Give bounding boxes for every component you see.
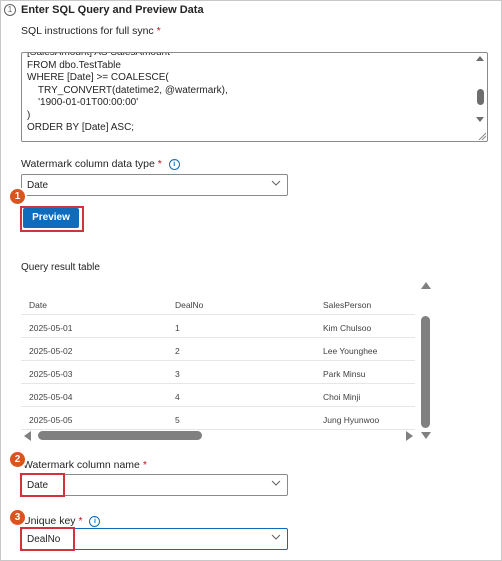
table-header-row: Date DealNo SalesPerson — [21, 292, 415, 315]
table-cell: 5 — [175, 415, 180, 425]
resize-handle-icon[interactable] — [478, 132, 486, 140]
scroll-thumb[interactable] — [477, 89, 484, 105]
watermark-type-value: Date — [27, 180, 49, 191]
watermark-type-label-text: Watermark column data type — [21, 158, 155, 170]
callout-badge-1: 1 — [10, 189, 25, 204]
sql-label-text: SQL instructions for full sync — [21, 25, 154, 37]
table-row: 2025-05-05 5 Jung Hyunwoo — [21, 407, 415, 430]
callout-badge-2: 2 — [10, 452, 25, 467]
table-cell: 2025-05-01 — [29, 323, 73, 333]
table-row: 2025-05-04 4 Choi Minji — [21, 384, 415, 407]
table-cell: 2025-05-04 — [29, 392, 73, 402]
table-cell: 2025-05-03 — [29, 369, 73, 379]
watermark-type-select[interactable]: Date — [21, 174, 288, 196]
sql-textarea[interactable]: [SalesAmount] AS SalesAmount FROM dbo.Te… — [21, 52, 488, 142]
required-mark: * — [157, 158, 162, 170]
unique-key-label: Unique key * i — [23, 515, 101, 527]
scroll-right-icon[interactable] — [406, 431, 413, 441]
chevron-down-icon — [271, 534, 281, 540]
table-cell: Jung Hyunwoo — [323, 415, 380, 425]
preview-highlight — [20, 206, 84, 232]
table-cell: Choi Minji — [323, 392, 361, 402]
scroll-up-icon[interactable] — [476, 56, 484, 61]
chevron-down-icon — [271, 180, 281, 186]
table-cell: Kim Chulsoo — [323, 323, 372, 333]
callout-badge-3: 3 — [10, 510, 25, 525]
column-header[interactable]: DealNo — [175, 300, 203, 310]
step-number-icon: 1 — [4, 4, 16, 16]
sql-label: SQL instructions for full sync * — [21, 25, 161, 37]
column-header[interactable]: Date — [29, 300, 47, 310]
required-mark: * — [156, 25, 161, 37]
sql-text[interactable]: [SalesAmount] AS SalesAmount FROM dbo.Te… — [27, 53, 228, 135]
table-cell: 2025-05-02 — [29, 346, 73, 356]
chevron-down-icon — [271, 480, 281, 486]
sql-scrollbar[interactable] — [475, 53, 487, 141]
info-icon[interactable]: i — [89, 516, 101, 527]
watermark-type-label: Watermark column data type * i — [21, 158, 180, 170]
table-cell: 2 — [175, 346, 180, 356]
scroll-down-icon[interactable] — [476, 117, 484, 122]
section-title: Enter SQL Query and Preview Data — [21, 4, 204, 16]
table-cell: 2025-05-05 — [29, 415, 73, 425]
unique-key-label-text: Unique key — [23, 515, 76, 527]
vertical-scroll-thumb[interactable] — [421, 316, 430, 428]
table-cell: 4 — [175, 392, 180, 402]
table-row: 2025-05-03 3 Park Minsu — [21, 361, 415, 384]
scroll-left-icon[interactable] — [24, 431, 31, 441]
query-result-label: Query result table — [21, 262, 100, 273]
required-mark: * — [78, 515, 83, 527]
horizontal-scroll-thumb[interactable] — [38, 431, 202, 440]
scroll-up-icon[interactable] — [421, 282, 431, 289]
table-cell: 3 — [175, 369, 180, 379]
scroll-down-icon[interactable] — [421, 432, 431, 439]
table-cell: 1 — [175, 323, 180, 333]
info-icon[interactable]: i — [168, 159, 180, 170]
table-cell: Park Minsu — [323, 369, 366, 379]
watermark-name-highlight — [20, 473, 65, 497]
watermark-name-label-text: Watermark column name — [23, 459, 140, 471]
table-row: 2025-05-01 1 Kim Chulsoo — [21, 315, 415, 338]
table-cell: Lee Younghee — [323, 346, 378, 356]
required-mark: * — [142, 459, 147, 471]
table-row: 2025-05-02 2 Lee Younghee — [21, 338, 415, 361]
column-header[interactable]: SalesPerson — [323, 300, 371, 310]
watermark-name-label: Watermark column name * — [23, 459, 147, 471]
unique-key-highlight — [20, 527, 75, 551]
